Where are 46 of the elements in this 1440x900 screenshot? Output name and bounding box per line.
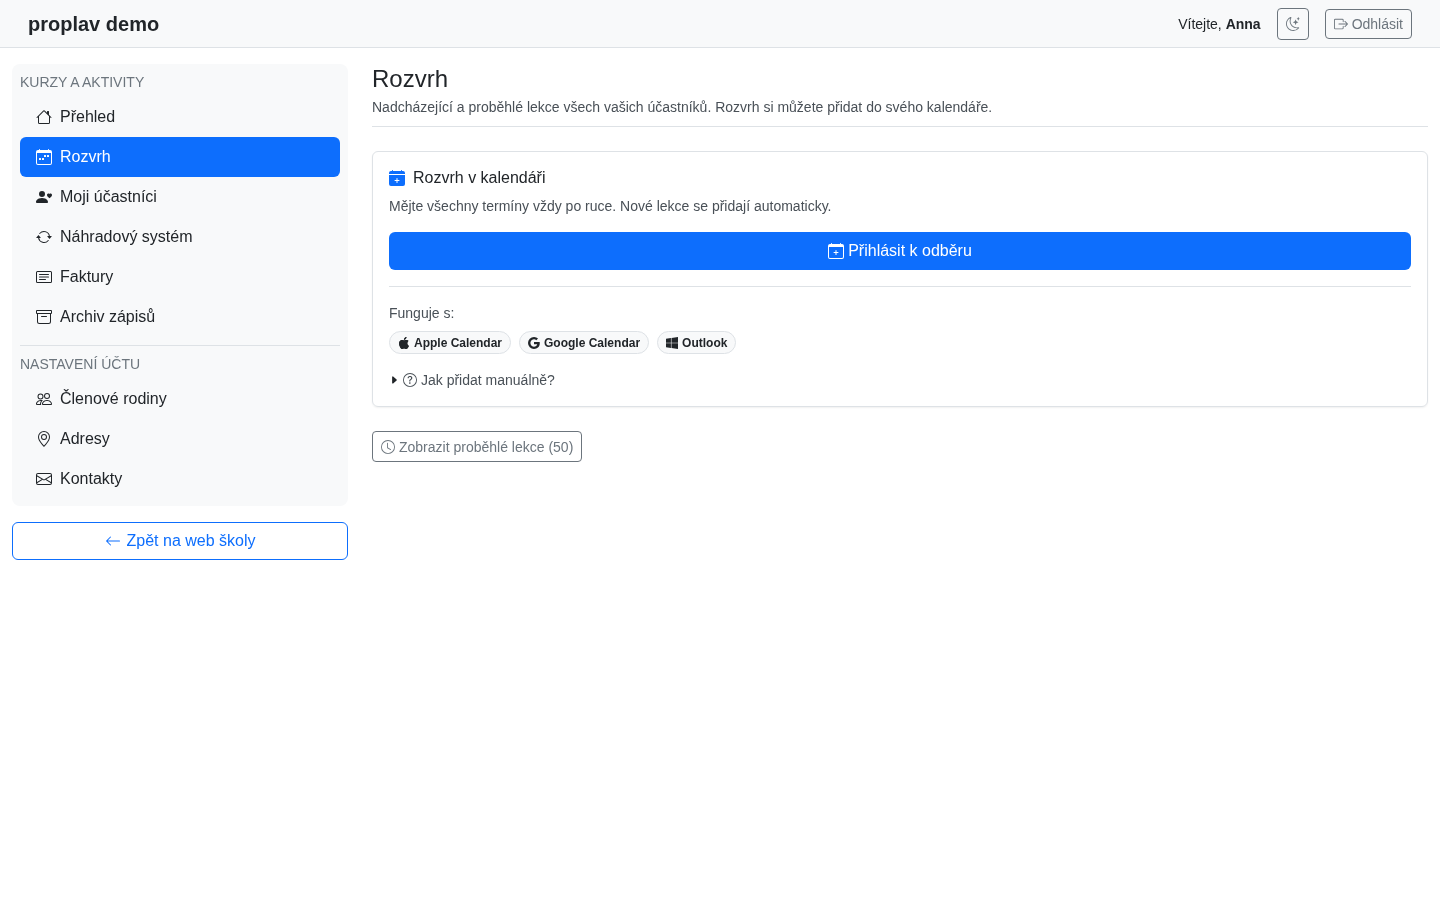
works-with-label: Funguje s: [389,304,456,323]
back-to-website-button[interactable]: Zpět na web školy [12,522,348,560]
people-icon [36,391,52,407]
sidebar-item[interactable]: Členové rodiny [20,379,340,419]
sidebar-item[interactable]: Moji účastníci [20,177,340,217]
section-heading: KURZY A AKTIVITY [20,73,146,92]
section-heading: NASTAVENÍ ÚČTU [20,355,142,374]
subscribe-button[interactable]: Přihlásit k odběru [389,232,1411,270]
archive-box-icon [36,309,52,325]
map-pin-icon [36,431,52,447]
calendar-plus-icon [389,170,405,186]
sidebar-item[interactable]: Adresy [20,419,340,459]
house-icon [36,109,52,125]
calendar-plus-icon [828,243,845,259]
moon-stars-icon [1285,16,1300,31]
apple-icon [398,336,410,349]
document-lines-icon [36,269,52,285]
card-description: Mějte všechny termíny vždy po ruce. Nové lekce se přidají automaticky. [389,197,833,216]
calendar-icon [36,149,52,165]
app-badge: Apple Calendar [389,331,512,354]
sidebar-item[interactable]: Náhradový systém [20,217,340,257]
caret-right-icon [389,375,399,385]
person-heart-icon [36,189,52,205]
page-title: Rozvrh [372,64,450,93]
sidebar-item[interactable]: Faktury [20,257,340,297]
app-badge: Google Calendar [519,331,650,354]
past-lessons-button[interactable]: Zobrazit proběhlé lekce (50) [372,431,583,462]
refresh-icon [36,229,52,245]
google-g-icon [528,336,541,349]
windows-icon [666,336,679,349]
theme-toggle-button[interactable] [1276,7,1309,40]
sidebar-item[interactable]: Přehled [20,97,340,137]
app-badge: Outlook [657,331,737,354]
card-title: Rozvrh v kalendáři [413,168,546,188]
logout-icon [1333,16,1348,31]
manual-help-toggle[interactable]: Jak přidat manuálně? [389,370,555,390]
greeting-text: Vítejte, Anna [1178,14,1261,34]
envelope-icon [36,471,52,487]
sidebar-item[interactable]: Rozvrh [20,137,340,177]
sidebar-item[interactable]: Archiv zápisů [20,297,340,337]
sidebar-item[interactable]: Kontakty [20,459,340,499]
logout-button[interactable]: Odhlásit [1324,8,1412,39]
arrow-left-icon [104,533,121,549]
brand-title[interactable]: proplav demo [28,8,160,39]
page-subtitle: Nadcházející a proběhlé lekce všech vašich účastníků. Rozvrh si můžete přidat do svého kalendáře. [372,98,994,117]
clock-icon [381,439,395,454]
